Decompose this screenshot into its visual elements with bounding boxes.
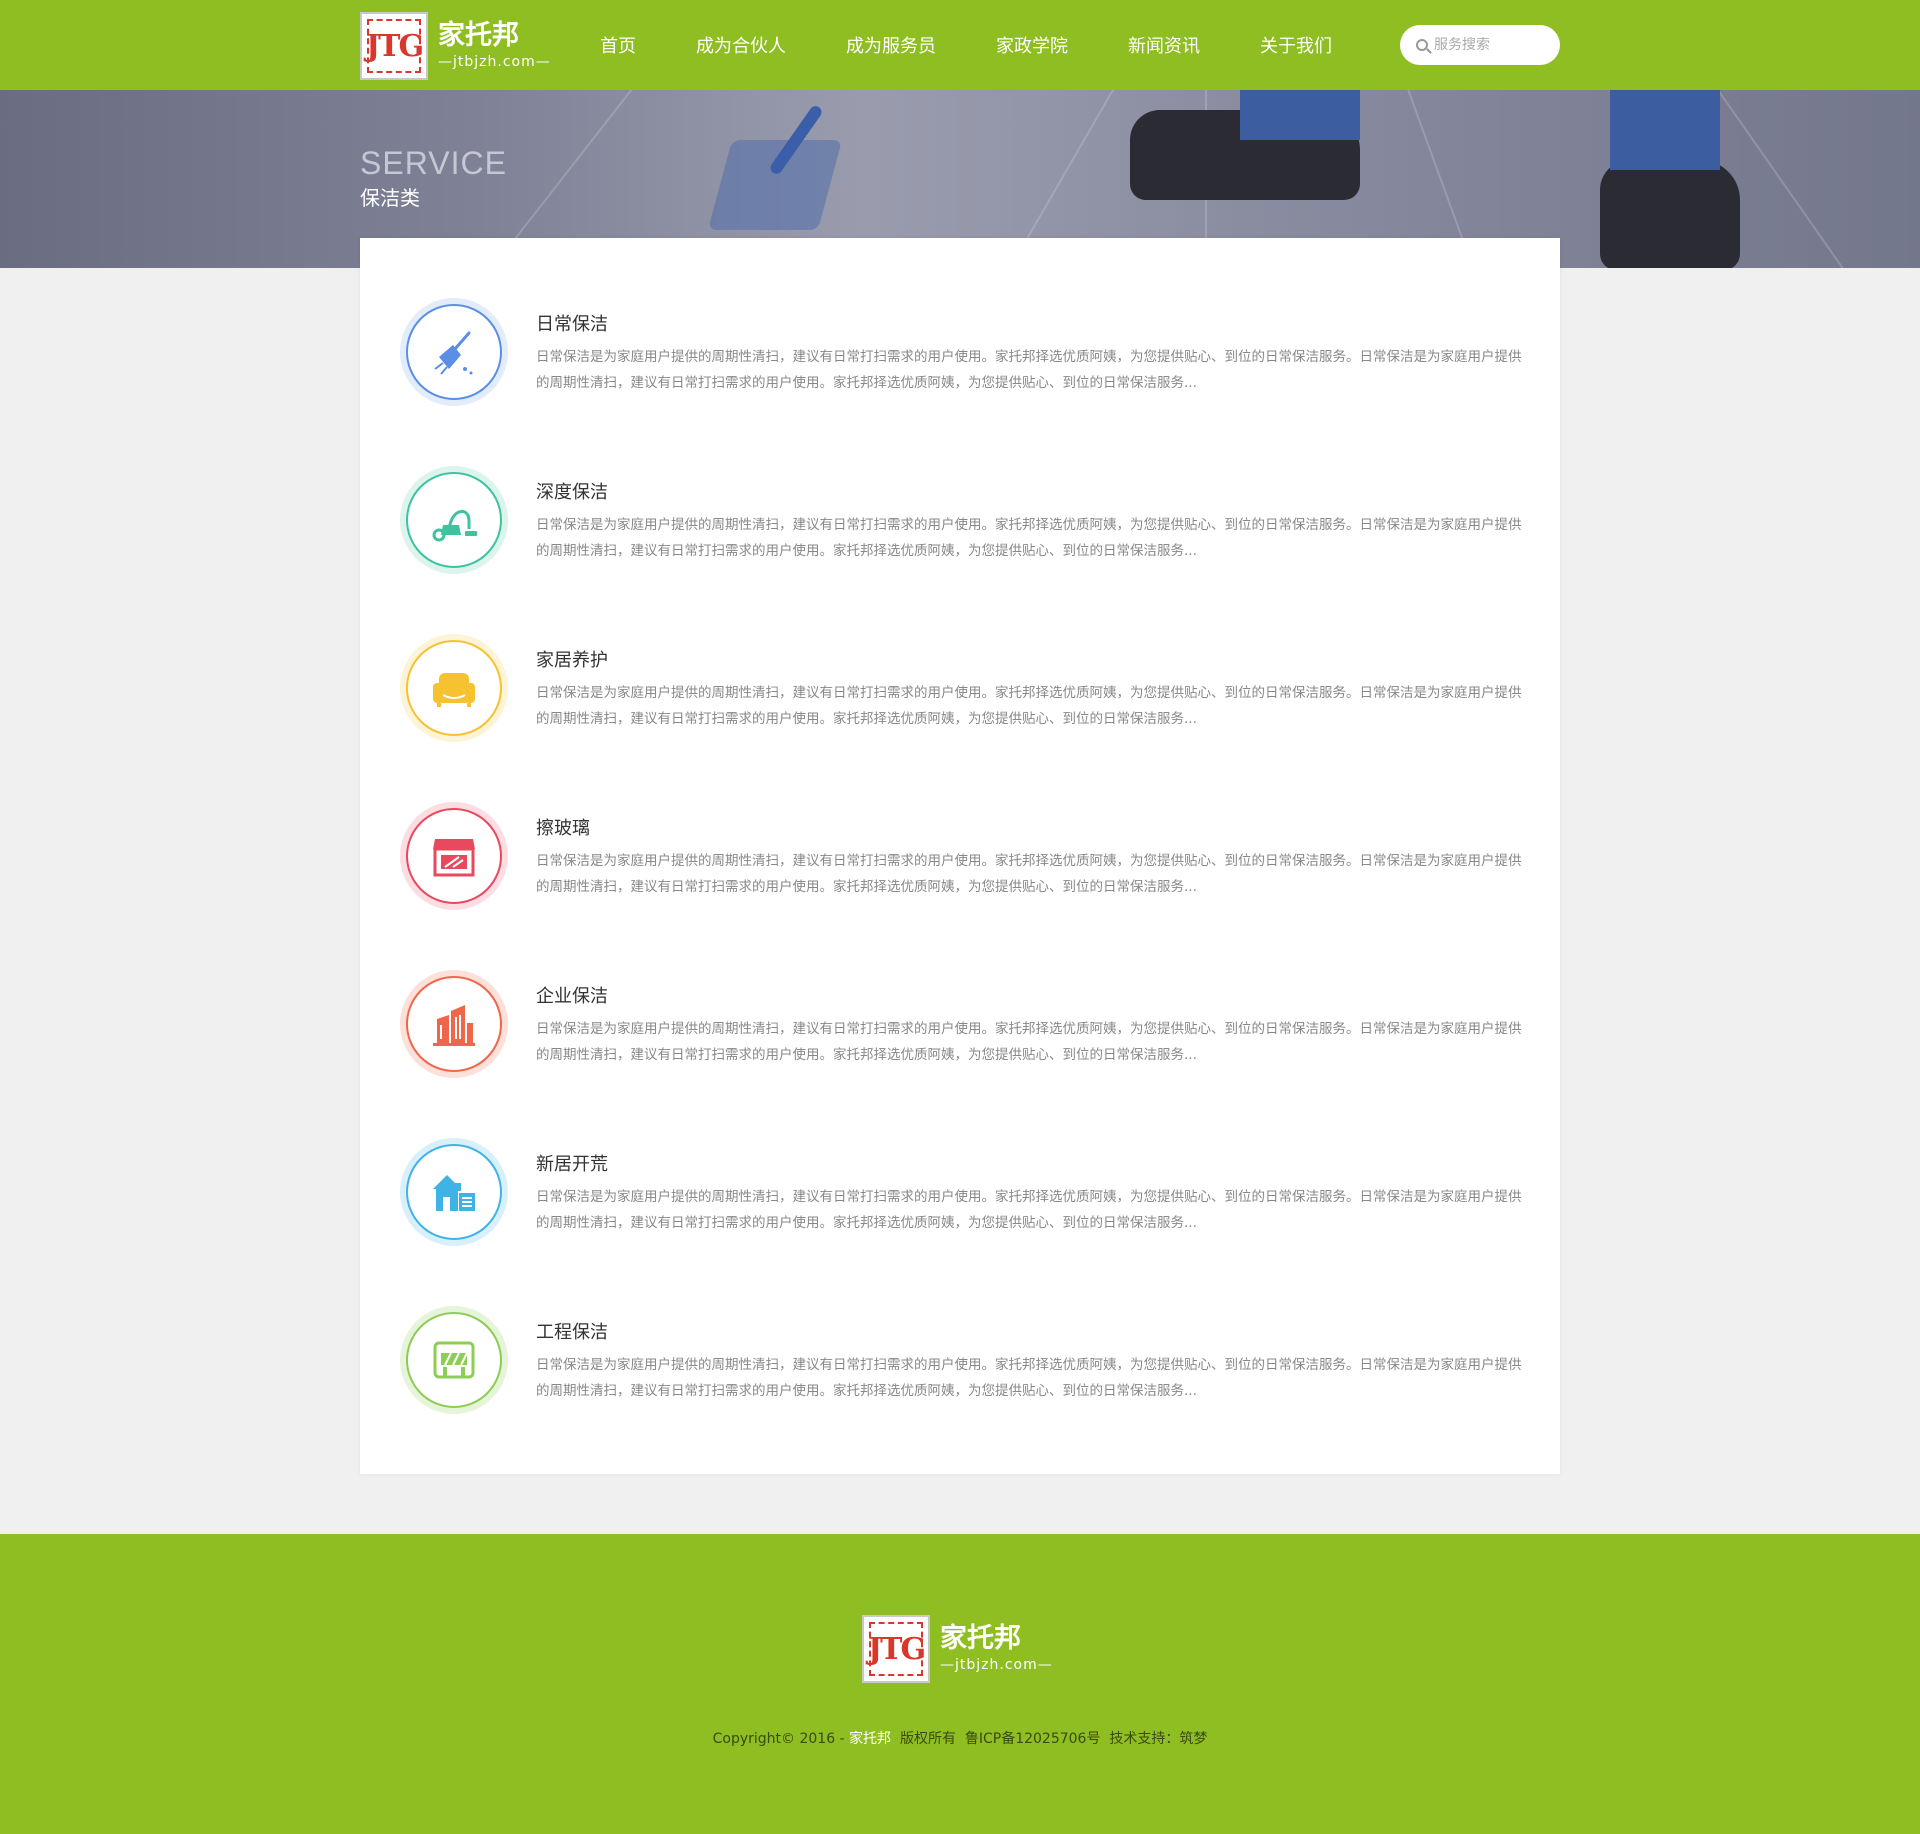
service-item-home-care[interactable]: 家居养护 日常保洁是为家庭用户提供的周期性清扫，建议有日常打扫需求的用户使用。家… <box>360 634 1560 744</box>
copyright-prefix: Copyright© 2016 - <box>712 1731 850 1747</box>
search-icon[interactable] <box>1416 39 1428 51</box>
footer-logo[interactable]: JTG 家托邦 —jtbjzh.com— <box>862 1614 1062 1684</box>
copyright-brand-link[interactable]: 家托邦 <box>849 1731 891 1747</box>
site-header: JTG 家托邦 —jtbjzh.com— 首页 成为合伙人 成为服务员 家政学院… <box>0 0 1920 90</box>
logo-text: 家托邦 —jtbjzh.com— <box>438 20 551 72</box>
service-description: 日常保洁是为家庭用户提供的周期性清扫，建议有日常打扫需求的用户使用。家托邦择选优… <box>536 1021 1522 1063</box>
nav-item-about[interactable]: 关于我们 <box>1260 32 1332 58</box>
banner-title: SERVICE <box>360 145 507 181</box>
nav-item-home[interactable]: 首页 <box>600 32 636 58</box>
logo-name: 家托邦 <box>438 20 519 51</box>
service-item-daily-cleaning[interactable]: 日常保洁 日常保洁是为家庭用户提供的周期性清扫，建议有日常打扫需求的用户使用。家… <box>360 298 1560 408</box>
logo-name: 家托邦 <box>940 1623 1021 1654</box>
service-item-construction-cleaning[interactable]: 工程保洁 日常保洁是为家庭用户提供的周期性清扫，建议有日常打扫需求的用户使用。家… <box>360 1306 1560 1416</box>
logo-text: 家托邦 —jtbjzh.com— <box>940 1623 1053 1675</box>
vacuum-cleaner-icon <box>400 466 508 574</box>
nav-item-staff[interactable]: 成为服务员 <box>846 32 936 58</box>
service-title[interactable]: 工程保洁 <box>536 1318 608 1344</box>
storefront-window-icon <box>400 802 508 910</box>
service-title[interactable]: 新居开荒 <box>536 1150 608 1176</box>
search-box[interactable] <box>1400 25 1560 65</box>
service-description: 日常保洁是为家庭用户提供的周期性清扫，建议有日常打扫需求的用户使用。家托邦择选优… <box>536 1189 1522 1231</box>
broom-icon <box>400 298 508 406</box>
service-description: 日常保洁是为家庭用户提供的周期性清扫，建议有日常打扫需求的用户使用。家托邦择选优… <box>536 349 1522 391</box>
search-input[interactable] <box>1434 37 1554 53</box>
service-title[interactable]: 企业保洁 <box>536 982 608 1008</box>
service-title[interactable]: 日常保洁 <box>536 310 608 336</box>
service-description: 日常保洁是为家庭用户提供的周期性清扫，建议有日常打扫需求的用户使用。家托邦择选优… <box>536 685 1522 727</box>
service-title[interactable]: 家居养护 <box>536 646 608 672</box>
service-item-deep-cleaning[interactable]: 深度保洁 日常保洁是为家庭用户提供的周期性清扫，建议有日常打扫需求的用户使用。家… <box>360 466 1560 576</box>
service-item-enterprise-cleaning[interactable]: 企业保洁 日常保洁是为家庭用户提供的周期性清扫，建议有日常打扫需求的用户使用。家… <box>360 970 1560 1080</box>
logo-domain: —jtbjzh.com— <box>940 1657 1053 1673</box>
service-description: 日常保洁是为家庭用户提供的周期性清扫，建议有日常打扫需求的用户使用。家托邦择选优… <box>536 1357 1522 1399</box>
nav-item-academy[interactable]: 家政学院 <box>996 32 1068 58</box>
logo-mark-icon: JTG <box>360 12 428 80</box>
service-list-card: 日常保洁 日常保洁是为家庭用户提供的周期性清扫，建议有日常打扫需求的用户使用。家… <box>360 238 1560 1474</box>
service-description: 日常保洁是为家庭用户提供的周期性清扫，建议有日常打扫需求的用户使用。家托邦择选优… <box>536 517 1522 559</box>
office-building-icon <box>400 970 508 1078</box>
logo-domain: —jtbjzh.com— <box>438 54 551 70</box>
logo-mark-icon: JTG <box>862 1615 930 1683</box>
service-title[interactable]: 深度保洁 <box>536 478 608 504</box>
construction-barrier-icon <box>400 1306 508 1414</box>
header-logo[interactable]: JTG 家托邦 —jtbjzh.com— <box>360 12 560 80</box>
nav-item-partner[interactable]: 成为合伙人 <box>696 32 786 58</box>
service-item-window-cleaning[interactable]: 擦玻璃 日常保洁是为家庭用户提供的周期性清扫，建议有日常打扫需求的用户使用。家托… <box>360 802 1560 912</box>
service-title[interactable]: 擦玻璃 <box>536 814 590 840</box>
house-icon <box>400 1138 508 1246</box>
service-item-new-home-cleaning[interactable]: 新居开荒 日常保洁是为家庭用户提供的周期性清扫，建议有日常打扫需求的用户使用。家… <box>360 1138 1560 1248</box>
banner-subtitle: 保洁类 <box>360 186 420 210</box>
service-description: 日常保洁是为家庭用户提供的周期性清扫，建议有日常打扫需求的用户使用。家托邦择选优… <box>536 853 1522 895</box>
nav-item-news[interactable]: 新闻资讯 <box>1128 32 1200 58</box>
copyright-suffix: 版权所有 鲁ICP备12025706号 技术支持：筑梦 <box>891 1731 1208 1747</box>
main-nav: 首页 成为合伙人 成为服务员 家政学院 新闻资讯 关于我们 <box>600 0 1392 90</box>
site-footer: JTG 家托邦 —jtbjzh.com— Copyright© 2016 - 家… <box>0 1534 1920 1834</box>
copyright-text: Copyright© 2016 - 家托邦 版权所有 鲁ICP备12025706… <box>0 1728 1920 1748</box>
sofa-icon <box>400 634 508 742</box>
